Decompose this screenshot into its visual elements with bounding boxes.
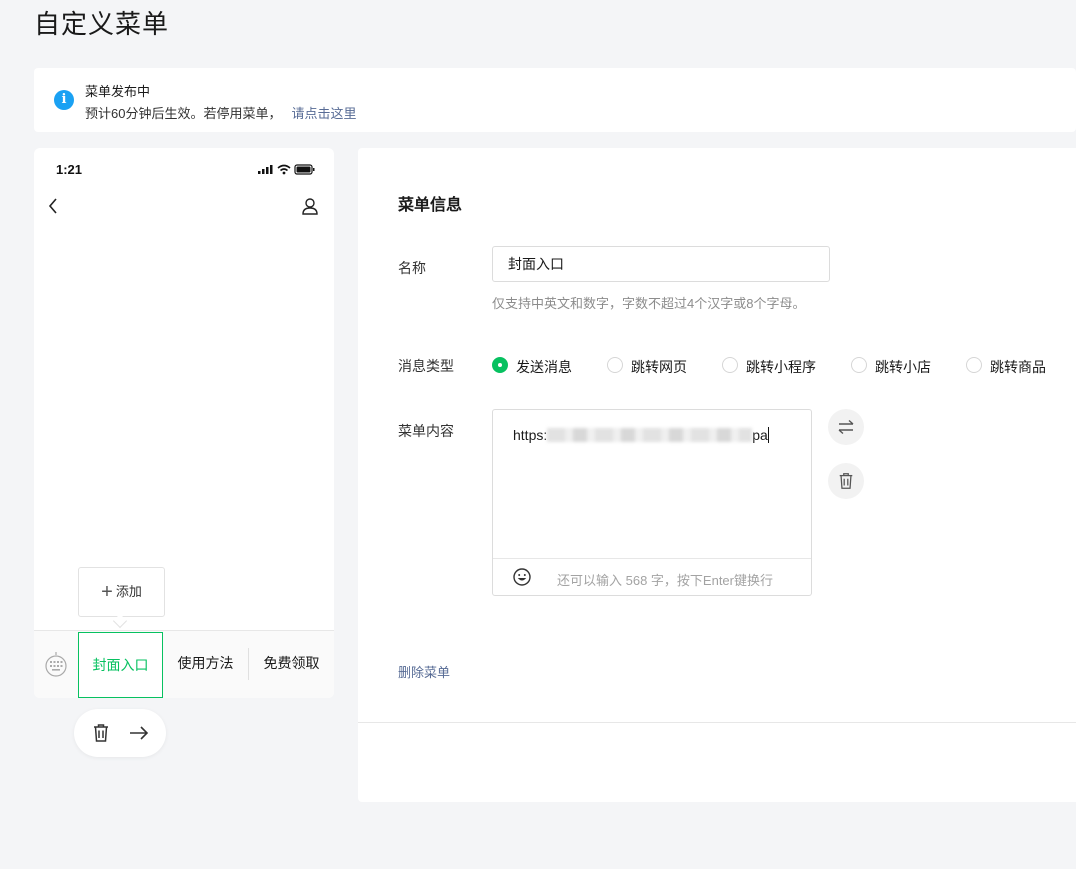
radio-dot <box>722 357 738 373</box>
delete-menu-link[interactable]: 删除菜单 <box>398 662 450 681</box>
message-type-label: 消息类型 <box>398 358 454 374</box>
menu-name-input[interactable] <box>492 246 830 282</box>
add-submenu-button[interactable]: + 添加 <box>78 567 165 617</box>
radio-dot <box>607 357 623 373</box>
text-caret <box>767 427 769 443</box>
arrow-right-icon[interactable] <box>128 723 150 743</box>
content-editor-footer: 还可以输入 568 字，按下Enter键换行 <box>493 558 811 596</box>
menu-item-usage[interactable]: 使用方法 <box>163 631 248 698</box>
clear-content-button[interactable] <box>828 463 864 499</box>
panel-divider <box>358 722 1076 723</box>
radio-label: 跳转网页 <box>631 359 687 375</box>
page-title: 自定义菜单 <box>34 9 170 39</box>
disable-menu-link[interactable]: 请点击这里 <box>291 106 356 121</box>
radio-label: 跳转商品 <box>990 359 1046 375</box>
menu-content-label: 菜单内容 <box>398 423 454 439</box>
menu-item-free-claim[interactable]: 免费领取 <box>249 631 334 698</box>
notice-desc-text: 预计60分钟后生效。若停用菜单， <box>85 106 282 121</box>
back-icon[interactable] <box>46 196 62 216</box>
radio-label: 跳转小程序 <box>746 359 816 375</box>
publish-notice: i 菜单发布中 预计60分钟后生效。若停用菜单， 请点击这里 <box>34 68 1076 132</box>
char-counter: 还可以输入 568 字，按下Enter键换行 <box>557 573 773 588</box>
name-label: 名称 <box>398 260 426 276</box>
status-time: 1:21 <box>56 162 83 177</box>
radio-dot <box>492 357 508 373</box>
notice-title: 菜单发布中 <box>85 84 151 99</box>
trash-icon[interactable] <box>92 723 110 743</box>
radio-dot <box>966 357 982 373</box>
plus-icon: + <box>101 581 113 603</box>
content-text[interactable]: https: pa <box>513 427 769 443</box>
add-label: 添加 <box>115 584 142 599</box>
radio-dot <box>851 357 867 373</box>
menu-info-panel: 菜单信息 名称 仅支持中英文和数字，字数不超过4个汉字或8个字母。 消息类型 发… <box>358 148 1076 802</box>
section-title: 菜单信息 <box>398 197 463 214</box>
phone-menu-bar: 封面入口 使用方法 免费领取 <box>34 630 334 698</box>
redacted-url <box>547 428 753 442</box>
keyboard-icon[interactable] <box>44 651 68 677</box>
notice-desc: 预计60分钟后生效。若停用菜单， 请点击这里 <box>85 103 356 122</box>
content-url-prefix: https: <box>513 427 548 443</box>
menu-content-editor[interactable]: https: pa 还可以输入 568 字，按下Enter键换行 <box>492 409 812 596</box>
radio-label: 跳转小店 <box>875 359 931 375</box>
user-profile-icon[interactable] <box>300 196 320 216</box>
menu-item-cover-entry[interactable]: 封面入口 <box>78 632 163 698</box>
name-hint: 仅支持中英文和数字，字数不超过4个汉字或8个字母。 <box>492 296 806 311</box>
radio-label: 发送消息 <box>516 359 572 375</box>
menu-action-pill <box>74 709 166 757</box>
emoji-icon[interactable] <box>513 568 531 586</box>
status-bar-icons <box>258 164 315 175</box>
info-icon: i <box>54 90 74 110</box>
switch-content-button[interactable] <box>828 409 864 445</box>
phone-preview: 1:21 + 添加 封面入口 使用方法 免费领取 <box>34 148 334 698</box>
swap-arrows-icon <box>838 419 854 435</box>
trash-icon <box>839 473 853 489</box>
content-url-suffix: pa <box>752 427 768 443</box>
